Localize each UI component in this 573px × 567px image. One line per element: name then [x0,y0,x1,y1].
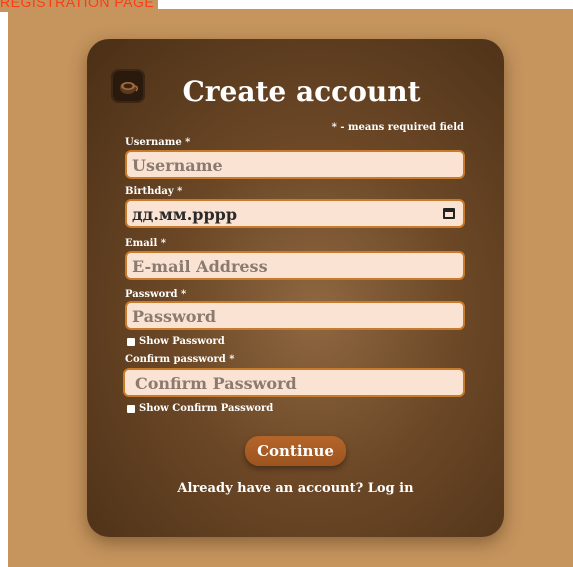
continue-button[interactable]: Continue [245,436,346,466]
registration-card: Create account * - means required field … [87,39,504,537]
password-input[interactable]: Password [125,301,465,330]
birthday-label: Birthday * [125,186,183,197]
show-password-label: Show Password [139,336,225,347]
birthday-placeholder: дд.мм.рррр [132,205,238,224]
confirm-password-input[interactable]: Confirm Password [123,368,465,397]
email-label: Email * [125,238,166,249]
login-link[interactable]: Already have an account? Log in [87,481,504,496]
username-input[interactable]: Username [125,150,465,179]
show-password-checkbox[interactable] [127,337,135,346]
calendar-icon[interactable] [443,208,455,219]
birthday-input[interactable]: дд.мм.рррр [125,199,465,228]
required-note: * - means required field [331,122,464,133]
show-confirm-password-label: Show Confirm Password [139,403,274,414]
form-title: Create account [182,75,421,108]
email-input[interactable]: E-mail Address [125,251,465,280]
username-label: Username * [125,137,191,148]
confirm-password-placeholder: Confirm Password [135,374,297,393]
password-label: Password * [125,289,187,300]
show-confirm-password-toggle[interactable]: Show Confirm Password [127,403,273,414]
show-password-toggle[interactable]: Show Password [127,336,225,347]
show-confirm-password-checkbox[interactable] [127,404,135,413]
confirm-password-label: Confirm password * [125,354,235,365]
